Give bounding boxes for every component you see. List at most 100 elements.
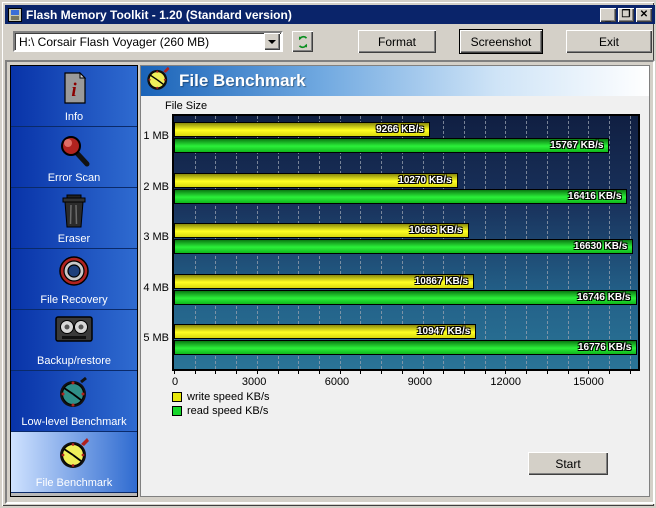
read-speed-bar: 16776 KB/s (174, 340, 638, 356)
x-axis-tickmark (298, 371, 300, 374)
read-speed-bar: 16630 KB/s (174, 239, 634, 255)
info-document-icon: i (59, 71, 89, 110)
x-axis-tick-label: 3000 (241, 376, 267, 388)
application-window: Flash Memory Toolkit - 1.20 (Standard ve… (0, 0, 656, 508)
main-panel: File Benchmark File Size 9266 KB/s 15767 … (140, 65, 650, 497)
x-axis-tick-label: 6000 (324, 376, 350, 388)
bar-value-label: 9266 KB/s (376, 124, 424, 135)
sidebar-item-low-level-benchmark[interactable]: Low-level Benchmark (11, 371, 137, 432)
refresh-button[interactable] (292, 31, 313, 52)
sidebar-item-label: Backup/restore (37, 355, 111, 367)
sidebar-item-file-benchmark[interactable]: File Benchmark (11, 432, 137, 493)
legend-swatch (172, 392, 182, 402)
bar-value-label: 10270 KB/s (398, 174, 452, 186)
x-axis-tickmark (588, 371, 590, 374)
window-controls: _ ❐ ✕ (600, 7, 652, 23)
sidebar-item-label: Info (64, 111, 84, 123)
write-speed-bar: 9266 KB/s (174, 122, 430, 137)
read-speed-bar: 16416 KB/s (174, 188, 628, 204)
close-icon: ✕ (639, 8, 649, 20)
legend-item: write speed KB/s (172, 390, 270, 404)
x-axis-tickmark (174, 371, 175, 374)
start-button[interactable]: Start (528, 452, 608, 475)
bar-value-label: 16630 KB/s (573, 241, 628, 253)
y-axis-title: File Size (165, 100, 208, 112)
exit-button[interactable]: Exit (566, 30, 652, 53)
write-speed-bar: 10947 KB/s (174, 324, 477, 340)
x-axis-tickmark (319, 371, 320, 374)
close-button[interactable]: ✕ (636, 7, 652, 22)
bar-value-label: 16416 KB/s (568, 190, 622, 202)
format-button[interactable]: Format (358, 30, 436, 53)
x-axis-tick-label: 12000 (490, 376, 522, 388)
sidebar-item-error-scan[interactable]: Error Scan (11, 127, 137, 188)
x-axis-tickmark (194, 371, 196, 374)
sidebar-item-label: Low-level Benchmark (21, 416, 127, 428)
sidebar-item-label: Error Scan (47, 172, 101, 184)
device-select[interactable]: H:\ Corsair Flash Voyager (260 MB) (13, 31, 283, 52)
minimize-icon: _ (605, 11, 611, 23)
legend-label: read speed KB/s (187, 405, 269, 417)
maximize-icon: ❐ (621, 8, 631, 20)
write-speed-bar: 10663 KB/s (174, 223, 469, 239)
sidebar-item-label: File Recovery (40, 294, 108, 306)
write-speed-bar: 10867 KB/s (174, 273, 475, 289)
window-title: Flash Memory Toolkit - 1.20 (Standard ve… (26, 7, 292, 22)
maximize-button[interactable]: ❐ (618, 7, 634, 22)
tape-cassette-icon (55, 315, 93, 348)
x-axis-ticks (172, 371, 640, 375)
x-axis-tickmark (381, 371, 383, 374)
bar-value-label: 16746 KB/s (577, 291, 631, 303)
read-speed-bar: 16746 KB/s (174, 289, 637, 305)
x-axis-tickmark (277, 371, 279, 374)
sidebar-item-file-recovery[interactable]: File Recovery (11, 249, 137, 310)
bar-value-label: 10947 KB/s (416, 326, 471, 338)
stopwatch-yellow-icon (57, 437, 91, 476)
sidebar: i Info Error Scan Eraser File Recovery B… (10, 65, 138, 497)
x-axis-tickmark (609, 371, 610, 374)
read-speed-bar: 15767 KB/s (174, 138, 610, 153)
panel-header: File Benchmark (141, 66, 649, 96)
sidebar-item-label: File Benchmark (35, 477, 113, 489)
benchmark-chart-plot: 9266 KB/s 15767 KB/s 10270 KB/s 16416 KB/s 1… (172, 114, 640, 371)
x-axis-tickmark (546, 371, 548, 374)
x-axis-tickmark (215, 371, 217, 374)
legend-item: read speed KB/s (172, 404, 270, 418)
x-axis-tickmark (629, 371, 631, 374)
x-axis-tickmark (505, 371, 507, 374)
title-bar: Flash Memory Toolkit - 1.20 (Standard ve… (5, 5, 655, 24)
sidebar-item-info[interactable]: i Info (11, 66, 137, 127)
legend-swatch (172, 406, 182, 416)
magnifier-icon (56, 132, 92, 173)
sidebar-item-eraser[interactable]: Eraser (11, 188, 137, 249)
sidebar-item-backup-restore[interactable]: Backup/restore (11, 310, 137, 371)
x-axis-tick-label: 9000 (407, 376, 433, 388)
x-axis-tickmark (464, 371, 465, 374)
refresh-icon (298, 35, 307, 48)
bar-value-label: 10867 KB/s (414, 275, 469, 287)
chart-legend: write speed KB/s read speed KB/s (172, 390, 270, 418)
x-axis-tickmark (401, 371, 403, 374)
client-area: i Info Error Scan Eraser File Recovery B… (5, 60, 655, 504)
svg-text:i: i (71, 80, 77, 101)
x-axis-tickmark (422, 371, 424, 374)
x-axis-tickmark (360, 371, 362, 374)
x-axis-tickmark (484, 371, 486, 374)
x-axis-tickmark (236, 371, 238, 374)
screenshot-button[interactable]: Screenshot (460, 30, 542, 53)
page-title: File Benchmark (179, 71, 306, 90)
bar-value-label: 16776 KB/s (577, 342, 632, 354)
lifebuoy-icon (57, 254, 91, 293)
stopwatch-teal-icon (57, 376, 91, 415)
chevron-down-icon[interactable] (264, 33, 280, 50)
write-speed-bar: 10270 KB/s (174, 172, 458, 188)
minimize-button[interactable]: _ (600, 7, 616, 23)
bar-value-label: 10663 KB/s (409, 225, 463, 237)
trash-can-icon (60, 193, 88, 234)
x-axis-tickmark (256, 371, 258, 374)
x-axis-tickmark (567, 371, 569, 374)
toolbar: H:\ Corsair Flash Voyager (260 MB) Forma… (5, 26, 655, 59)
stopwatch-yellow-icon (145, 66, 171, 97)
x-axis-tickmark (526, 371, 528, 374)
legend-label: write speed KB/s (187, 391, 270, 403)
